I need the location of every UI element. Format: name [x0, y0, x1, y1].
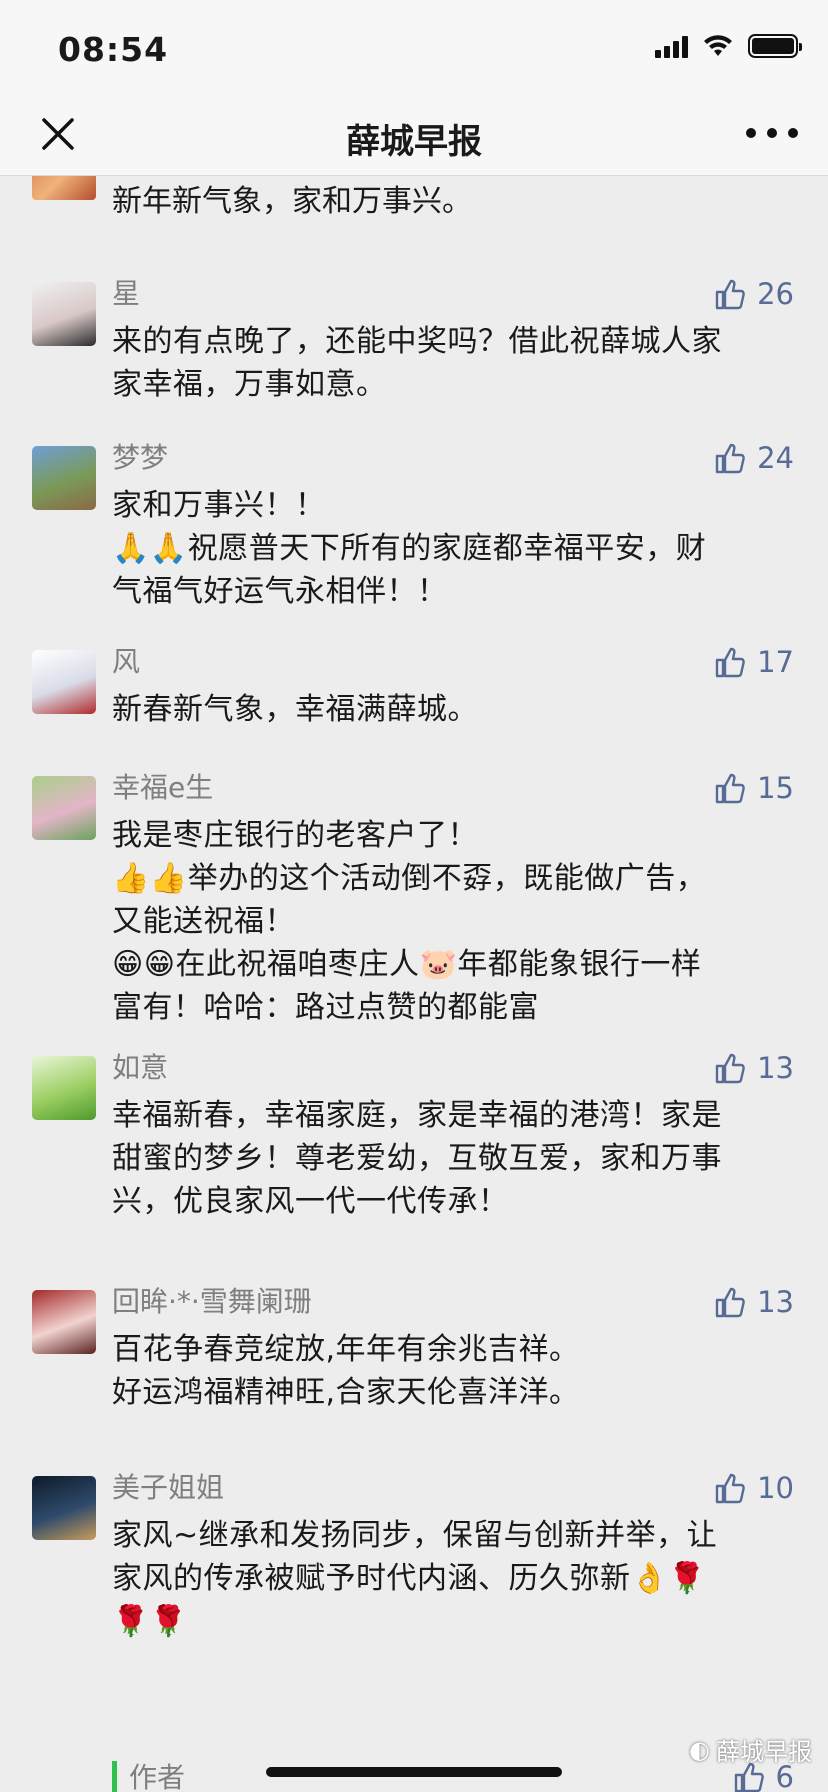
avatar[interactable] — [32, 282, 96, 346]
comment-text: 新春新气象，幸福满薛城。 — [112, 692, 478, 727]
comment-nickname: 美子姐姐 — [112, 1471, 225, 1504]
avatar[interactable] — [32, 446, 96, 510]
status-icons — [655, 34, 802, 58]
comment-nickname: 回眸·*·雪舞阑珊 — [112, 1285, 312, 1318]
cellular-signal-icon — [655, 34, 688, 58]
like-count: 15 — [757, 771, 794, 805]
avatar — [32, 176, 96, 200]
wifi-icon — [704, 35, 732, 56]
comment-nickname: 梦梦 — [112, 441, 169, 474]
comment-text: 我是枣庄银行的老客户了！ 👍👍举办的这个活动倒不孬，既能做广告， 又能送祝福！ … — [112, 818, 707, 1025]
avatar[interactable] — [32, 1476, 96, 1540]
thumbs-up-icon — [715, 1287, 745, 1318]
comment-nickname: 星 — [112, 277, 141, 310]
more-options-icon[interactable] — [746, 118, 798, 148]
wechat-logo-icon: ◐ — [689, 1735, 710, 1764]
avatar[interactable] — [32, 1290, 96, 1354]
watermark: ◐ 薛城早报 — [689, 1732, 812, 1767]
like-count: 13 — [757, 1051, 794, 1085]
comment-text: 百花争春竞绽放,年年有余兆吉祥。 好运鸿福精神旺,合家天伦喜洋洋。 — [112, 1332, 580, 1410]
avatar[interactable] — [32, 650, 96, 714]
like-button[interactable]: 17 — [713, 642, 794, 682]
comment-text: 来的有点晚了，还能中奖吗？借此祝薛城人家 家幸福，万事如意。 — [112, 324, 722, 402]
thumbs-up-icon — [715, 773, 745, 804]
avatar[interactable] — [32, 1056, 96, 1120]
status-time: 08:54 — [58, 30, 169, 69]
thumbs-up-icon — [715, 647, 745, 678]
battery-icon — [748, 34, 802, 58]
comment-nickname: 风 — [112, 645, 141, 678]
avatar[interactable] — [32, 776, 96, 840]
like-button[interactable]: 13 — [713, 1282, 794, 1322]
thumbs-up-icon — [715, 1473, 745, 1504]
like-button[interactable]: 10 — [713, 1468, 794, 1508]
comment-nickname: 幸福e生 — [112, 771, 214, 804]
status-bar: 08:54 — [0, 0, 828, 96]
comment-nickname: 如意 — [112, 1051, 169, 1084]
watermark-text: 薛城早报 — [716, 1738, 812, 1766]
comment-text: 家风~继承和发扬同步，保留与创新并举，让 家风的传承被赋予时代内涵、历久弥新👌🌹… — [112, 1518, 718, 1639]
author-reply-label: 作者 — [112, 1761, 185, 1792]
like-count: 10 — [757, 1471, 794, 1505]
comment-text: 家和万事兴！！ 🙏🙏祝愿普天下所有的家庭都幸福平安，财 气福气好运气永相伴！！ — [112, 488, 707, 609]
like-button[interactable]: 15 — [713, 768, 794, 808]
thumbs-up-icon — [715, 1053, 745, 1084]
like-count: 26 — [757, 277, 794, 311]
comment-text: 幸福新春，幸福家庭，家是幸福的港湾！家是 甜蜜的梦乡！尊老爱幼，互敬互爱，家和万… — [112, 1098, 722, 1219]
like-count: 13 — [757, 1285, 794, 1319]
like-button[interactable]: 13 — [713, 1048, 794, 1088]
like-count: 24 — [757, 441, 794, 475]
like-count: 17 — [757, 645, 794, 679]
comment-text: 新年新气象，家和万事兴。 — [112, 184, 472, 219]
nav-bar: 薛城早报 — [0, 96, 828, 176]
like-button[interactable]: 24 — [713, 438, 794, 478]
page-title: 薛城早报 — [346, 122, 482, 162]
thumbs-up-icon — [715, 443, 745, 474]
thumbs-up-icon — [715, 279, 745, 310]
like-button[interactable]: 26 — [713, 274, 794, 314]
comment-list[interactable]: 新年新气象，家和万事兴。 星 26 来的有点晚了，还能中奖吗？借此祝薛城人家 家… — [0, 176, 828, 1792]
home-indicator[interactable] — [266, 1767, 562, 1777]
